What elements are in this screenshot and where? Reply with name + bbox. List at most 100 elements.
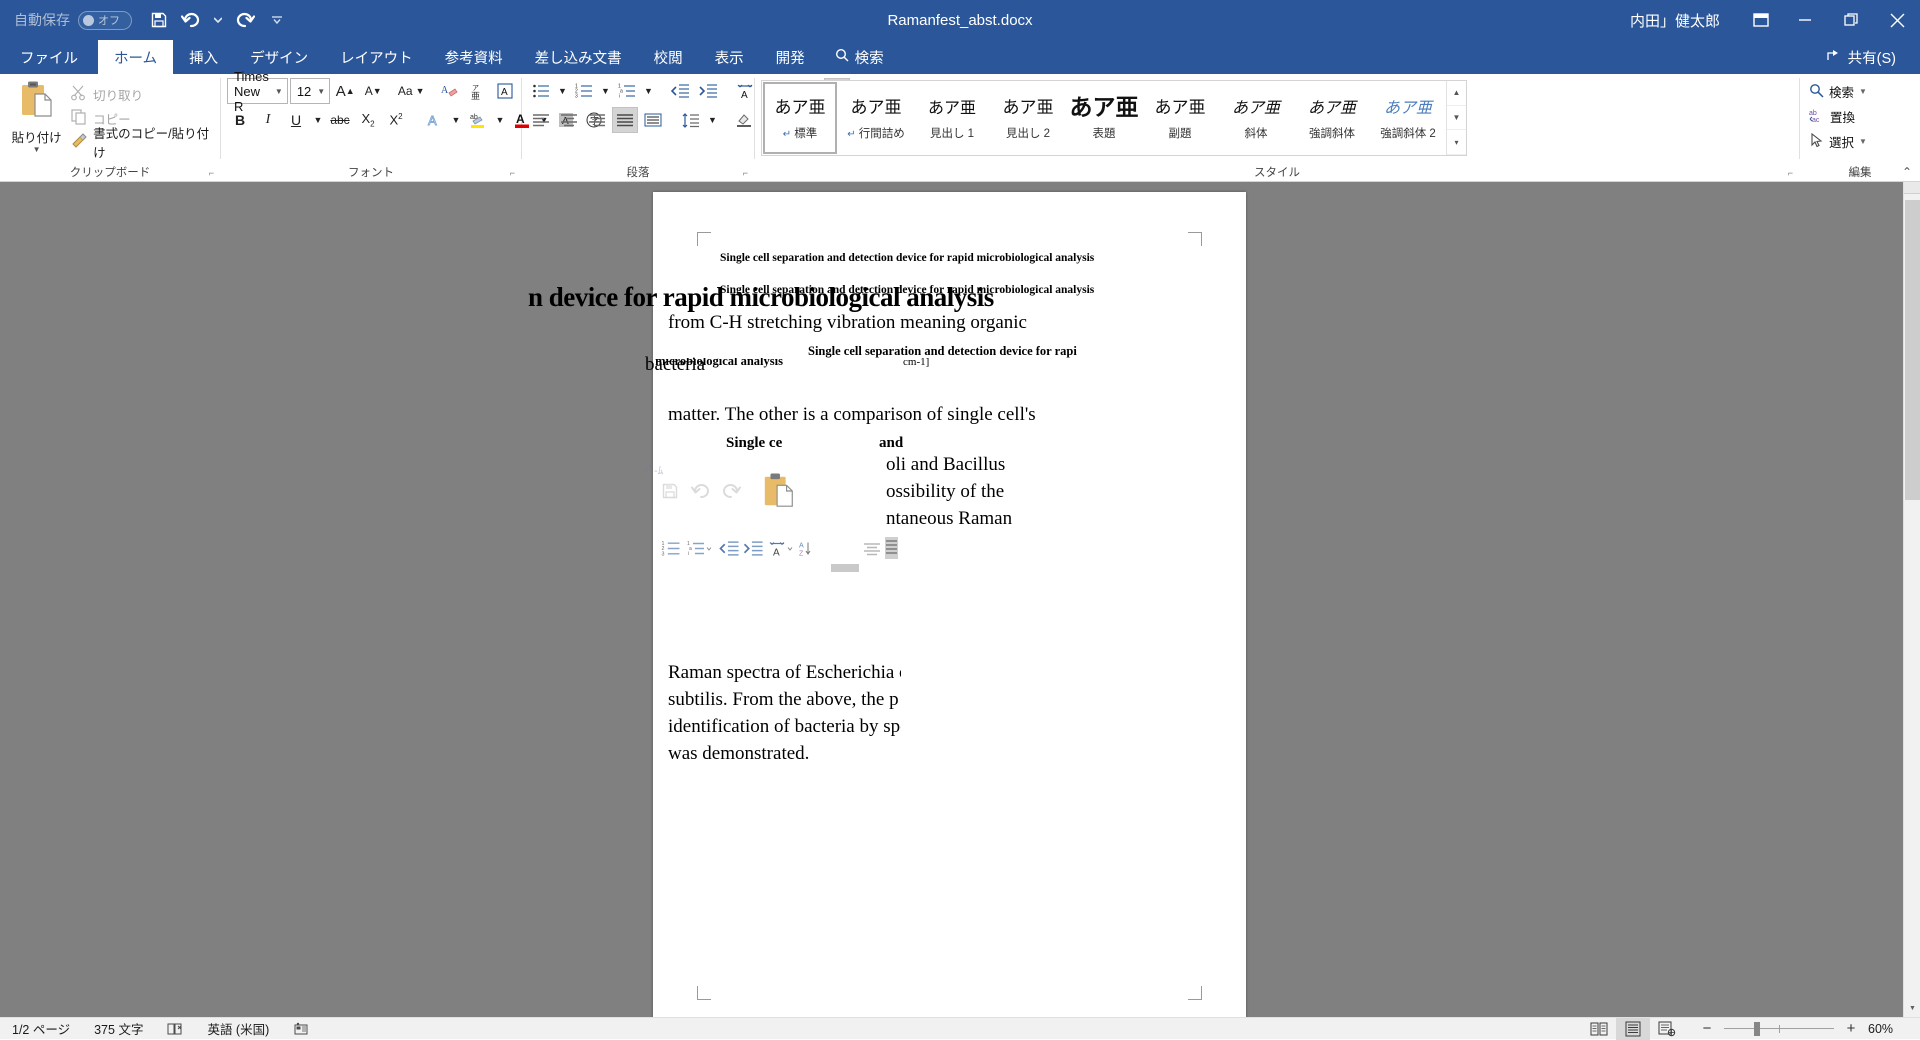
style-item-subtitle[interactable]: あア亜 副題 bbox=[1143, 82, 1217, 154]
undo-dropdown-icon[interactable] bbox=[208, 5, 228, 35]
highlight-dropdown-icon[interactable]: ▼ bbox=[493, 107, 507, 133]
account-name[interactable]: 内田」健太郎 bbox=[1630, 10, 1720, 31]
collapse-ribbon-icon[interactable]: ⌃ bbox=[1902, 165, 1912, 179]
web-layout-view-button[interactable] bbox=[1650, 1018, 1684, 1040]
text-highlight-color-button[interactable]: ab bbox=[465, 107, 491, 133]
scrollbar-thumb[interactable] bbox=[1905, 200, 1920, 500]
tab-home[interactable]: ホーム bbox=[98, 40, 173, 74]
document-canvas[interactable]: Single cell separation and detection dev… bbox=[0, 182, 1920, 1017]
page-indicator[interactable]: 1/2 ページ bbox=[0, 1018, 82, 1040]
style-item-emphasis[interactable]: あア亜 斜体 bbox=[1219, 82, 1293, 154]
redo-icon[interactable] bbox=[230, 5, 260, 35]
paragraph-dialog-launcher-icon[interactable]: ⌐ bbox=[743, 168, 748, 178]
style-item-intense-emphasis-2[interactable]: あア亜 強調斜体 2 bbox=[1371, 82, 1445, 154]
align-left-button[interactable] bbox=[528, 107, 554, 133]
style-item-heading-2[interactable]: あア亜 見出し 2 bbox=[991, 82, 1065, 154]
clear-formatting-button[interactable]: A bbox=[436, 78, 462, 104]
style-item-heading-1[interactable]: あア亜 見出し 1 bbox=[915, 82, 989, 154]
multilevel-list-button[interactable]: 1ai bbox=[614, 78, 640, 104]
language-indicator[interactable]: 英語 (米国) bbox=[195, 1018, 281, 1040]
undo-icon[interactable] bbox=[176, 5, 206, 35]
phonetic-guide-button[interactable]: ア亜 bbox=[464, 78, 490, 104]
read-mode-view-button[interactable] bbox=[1582, 1018, 1616, 1040]
zoom-slider-thumb[interactable] bbox=[1754, 1022, 1760, 1036]
chevron-down-icon[interactable]: ▼ bbox=[33, 146, 41, 154]
restore-icon[interactable] bbox=[1828, 0, 1874, 40]
proofing-errors-icon[interactable] bbox=[155, 1018, 195, 1040]
minimize-icon[interactable] bbox=[1782, 0, 1828, 40]
split-window-handle[interactable] bbox=[1904, 182, 1920, 194]
numbering-dropdown-icon[interactable]: ▼ bbox=[599, 78, 612, 104]
tab-developer[interactable]: 開発 bbox=[760, 40, 821, 74]
font-size-combobox[interactable]: 12 ▼ bbox=[290, 78, 330, 104]
tab-view[interactable]: 表示 bbox=[699, 40, 760, 74]
tab-references[interactable]: 参考資料 bbox=[429, 40, 519, 74]
line-spacing-button[interactable] bbox=[678, 107, 704, 133]
autosave-toggle[interactable]: 自動保存 オフ bbox=[14, 10, 132, 30]
scroll-down-icon[interactable]: ▼ bbox=[1904, 1000, 1920, 1017]
macro-recording-icon[interactable] bbox=[281, 1018, 321, 1040]
zoom-level-label[interactable]: 60% bbox=[1868, 1022, 1906, 1036]
style-item-no-spacing[interactable]: あア亜 ↵ 行間詰め bbox=[839, 82, 913, 154]
distribute-button[interactable] bbox=[640, 107, 666, 133]
print-layout-view-button[interactable] bbox=[1616, 1018, 1650, 1040]
align-right-button[interactable] bbox=[584, 107, 610, 133]
gallery-scroll-up-icon[interactable]: ▲ bbox=[1447, 81, 1466, 106]
zoom-out-button[interactable]: − bbox=[1700, 1020, 1714, 1037]
ribbon-display-options-icon[interactable] bbox=[1740, 0, 1782, 40]
styles-gallery-scroll[interactable]: ▲ ▼ ▾ bbox=[1446, 81, 1466, 155]
change-case-button[interactable]: Aa▼ bbox=[398, 78, 424, 104]
word-count[interactable]: 375 文字 bbox=[82, 1018, 155, 1040]
tab-review[interactable]: 校閲 bbox=[638, 40, 699, 74]
select-button[interactable]: 選択 ▼ bbox=[1806, 130, 1870, 153]
chevron-down-icon[interactable]: ▼ bbox=[269, 87, 283, 96]
numbering-button[interactable]: 123 bbox=[571, 78, 597, 104]
subscript-button[interactable]: X2 bbox=[355, 107, 381, 133]
bullets-dropdown-icon[interactable]: ▼ bbox=[556, 78, 569, 104]
strikethrough-button[interactable]: abc bbox=[327, 107, 353, 133]
text-effects-button[interactable]: A bbox=[421, 107, 447, 133]
underline-dropdown-icon[interactable]: ▼ bbox=[311, 107, 325, 133]
zoom-in-button[interactable]: + bbox=[1844, 1020, 1858, 1037]
tab-file[interactable]: ファイル bbox=[0, 40, 98, 74]
font-name-combobox[interactable]: Times New R ▼ bbox=[227, 78, 288, 104]
close-icon[interactable] bbox=[1874, 0, 1920, 40]
customize-quick-access-toolbar-icon[interactable] bbox=[262, 5, 292, 35]
grow-font-button[interactable]: A▲ bbox=[332, 78, 358, 104]
find-button[interactable]: 検索 ▼ bbox=[1806, 80, 1870, 103]
shading-button[interactable] bbox=[731, 107, 757, 133]
align-center-button[interactable] bbox=[556, 107, 582, 133]
save-icon[interactable] bbox=[144, 5, 174, 35]
autosave-switch[interactable]: オフ bbox=[78, 11, 132, 30]
bullets-button[interactable] bbox=[528, 78, 554, 104]
multilevel-dropdown-icon[interactable]: ▼ bbox=[642, 78, 655, 104]
justify-button[interactable] bbox=[612, 107, 638, 133]
line-spacing-dropdown-icon[interactable]: ▼ bbox=[706, 107, 719, 133]
shrink-font-button[interactable]: A▼ bbox=[360, 78, 386, 104]
gallery-more-icon[interactable]: ▾ bbox=[1447, 130, 1466, 155]
decrease-indent-button[interactable] bbox=[667, 78, 693, 104]
style-item-intense-emphasis[interactable]: あア亜 強調斜体 bbox=[1295, 82, 1369, 154]
styles-dialog-launcher-icon[interactable]: ⌐ bbox=[1788, 168, 1793, 178]
character-border-button[interactable]: A bbox=[492, 78, 518, 104]
document-page[interactable]: Single cell separation and detection dev… bbox=[653, 192, 1246, 1017]
gallery-scroll-down-icon[interactable]: ▼ bbox=[1447, 106, 1466, 131]
style-item-normal[interactable]: あア亜 ↵ 標準 bbox=[763, 82, 837, 154]
styles-gallery[interactable]: あア亜 ↵ 標準 あア亜 ↵ 行間詰め あア亜 見出し 1 あア亜 見出し 2 … bbox=[761, 80, 1467, 156]
replace-button[interactable]: abac 置換 bbox=[1806, 105, 1870, 128]
underline-button[interactable]: U bbox=[283, 107, 309, 133]
text-effects-dropdown-icon[interactable]: ▼ bbox=[449, 107, 463, 133]
share-button[interactable]: 共有(S) bbox=[1816, 47, 1906, 68]
style-item-title[interactable]: あア亜 表題 bbox=[1067, 82, 1141, 154]
zoom-slider[interactable] bbox=[1724, 1022, 1834, 1036]
clipboard-dialog-launcher-icon[interactable]: ⌐ bbox=[209, 168, 214, 178]
paste-button[interactable]: 貼り付け ▼ bbox=[6, 78, 67, 154]
chevron-down-icon[interactable]: ▼ bbox=[311, 87, 325, 96]
tell-me-search[interactable]: 検索 bbox=[821, 40, 898, 74]
tab-layout[interactable]: レイアウト bbox=[324, 40, 429, 74]
vertical-scrollbar[interactable]: ▲ ▼ bbox=[1903, 182, 1920, 1017]
cut-button[interactable]: 切り取り bbox=[67, 82, 214, 106]
format-painter-button[interactable]: 書式のコピー/貼り付け bbox=[67, 130, 214, 154]
font-dialog-launcher-icon[interactable]: ⌐ bbox=[510, 168, 515, 178]
superscript-button[interactable]: X2 bbox=[383, 107, 409, 133]
